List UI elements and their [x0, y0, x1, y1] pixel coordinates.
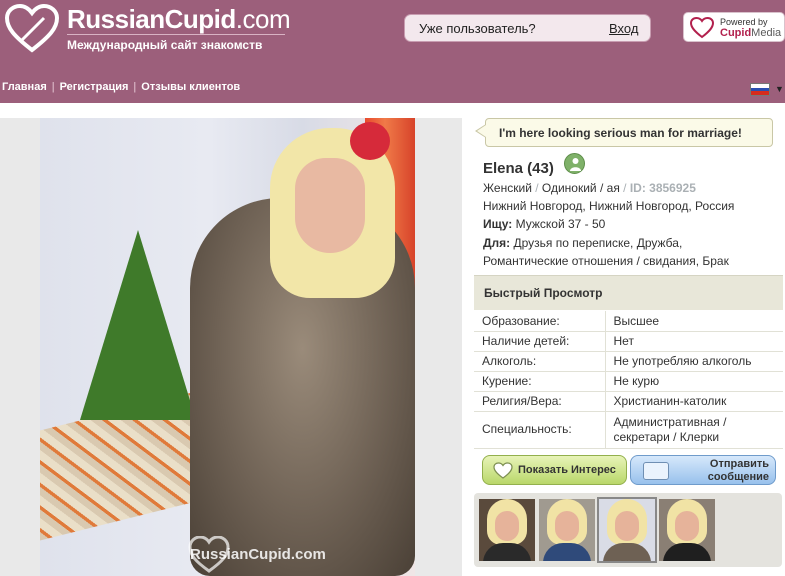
login-link[interactable]: Вход — [609, 21, 638, 36]
table-row: Курение: Не курю — [474, 371, 783, 392]
seeking-label: Ищу: — [483, 217, 513, 231]
online-status-icon — [564, 153, 585, 174]
profile-status: Одинокий / ая — [541, 181, 620, 195]
headline-bubble: I'm here looking serious man for marriag… — [485, 118, 773, 147]
profile-photo[interactable]: RussianCupid.com — [40, 118, 415, 576]
quick-view-table: Образование: Высшее Наличие детей: Нет А… — [474, 311, 783, 449]
show-interest-label: Показать Интерес — [518, 464, 616, 476]
nav-separator: | — [133, 81, 137, 93]
profile-basics: Женский / Одинокий / ая / ID: 3856925 — [483, 181, 696, 195]
heart-logo-icon[interactable] — [4, 4, 60, 54]
site-header: RussianCupid.com Международный сайт знак… — [0, 0, 785, 103]
qv-value: Административная / секретари / Клерки — [605, 411, 783, 449]
table-row: Специальность: Административная / секрет… — [474, 411, 783, 449]
profile-id: ID: 3856925 — [629, 181, 696, 195]
photo-thumbnails — [474, 493, 782, 567]
qv-key: Наличие детей: — [474, 331, 606, 352]
photo-christmas-tree — [80, 230, 196, 420]
login-box: Уже пользователь? Вход — [404, 14, 651, 42]
person-icon — [570, 158, 581, 171]
message-bubble-icon — [643, 462, 669, 480]
qv-key: Образование: — [474, 311, 606, 332]
qv-value: Не курю — [605, 371, 783, 392]
profile-seeking: Ищу: Мужской 37 - 50 — [483, 217, 605, 231]
send-message-label-line2: сообщение — [707, 471, 769, 483]
nav-home[interactable]: Главная — [2, 81, 47, 93]
thumb-body — [663, 543, 711, 561]
basics-separator: / — [531, 181, 542, 195]
nav-reviews[interactable]: Отзывы клиентов — [141, 81, 240, 93]
russian-flag-icon[interactable] — [750, 83, 770, 96]
qv-key: Курение: — [474, 371, 606, 392]
qv-value: Христианин-католик — [605, 391, 783, 412]
send-message-label: Отправить сообщение — [701, 458, 769, 484]
show-interest-button[interactable]: Показать Интерес — [482, 455, 627, 485]
powered-by-text: Powered by — [720, 17, 768, 27]
profile-gender: Женский — [483, 181, 532, 195]
main-nav: Главная | Регистрация | Отзывы клиентов — [2, 81, 240, 93]
profile-name: Elena (43) — [483, 160, 554, 177]
cupidmedia-heart-icon — [690, 17, 714, 39]
qv-value: Не употребляю алкоголь — [605, 351, 783, 372]
thumb-face — [555, 511, 579, 541]
thumb-face — [495, 511, 519, 541]
thumb-face — [675, 511, 699, 541]
photo-face — [295, 158, 365, 253]
table-row: Образование: Высшее — [474, 311, 783, 332]
language-dropdown-arrow-icon[interactable]: ▼ — [775, 84, 784, 94]
qv-value: Высшее — [605, 311, 783, 332]
send-message-label-line1: Отправить — [709, 458, 769, 470]
qv-value: Нет — [605, 331, 783, 352]
nav-register[interactable]: Регистрация — [60, 81, 129, 93]
profile-headline: I'm here looking serious man for marriag… — [499, 126, 742, 140]
heart-icon — [493, 462, 513, 479]
powered-brand-b: Media — [751, 27, 782, 39]
profile-for-line2: Романтические отношения / свидания, Брак — [483, 254, 729, 268]
for-label: Для: — [483, 236, 511, 250]
logo-divider — [67, 34, 285, 35]
seeking-value: Мужской 37 - 50 — [515, 217, 606, 231]
thumb-body — [543, 543, 591, 561]
thumb-body — [483, 543, 531, 561]
basics-separator: / — [619, 181, 630, 195]
site-tagline: Международный сайт знакомств — [67, 38, 263, 52]
send-message-button[interactable]: Отправить сообщение — [630, 455, 776, 485]
thumbnail-selected[interactable] — [597, 497, 657, 563]
thumbnail[interactable] — [539, 499, 595, 561]
headline-bubble-tip-fill — [477, 125, 486, 137]
thumb-body — [603, 543, 651, 561]
brand-tld: .com — [235, 4, 291, 34]
login-question: Уже пользователь? — [419, 21, 536, 36]
quick-view-header: Быстрый Просмотр — [474, 275, 783, 310]
brand-main: RussianCupid — [67, 4, 236, 34]
powered-brand-a: Cupid — [720, 27, 752, 39]
table-row: Наличие детей: Нет — [474, 331, 783, 352]
thumbnail[interactable] — [659, 499, 715, 561]
nav-separator: | — [51, 81, 55, 93]
quick-view-title: Быстрый Просмотр — [484, 286, 603, 300]
photo-watermark: RussianCupid.com — [190, 546, 326, 563]
profile-location: Нижний Новгород, Нижний Новгород, Россия — [483, 199, 735, 213]
table-row: Религия/Вера: Христианин-католик — [474, 391, 783, 412]
qv-key: Специальность: — [474, 411, 606, 449]
table-row: Алкоголь: Не употребляю алкоголь — [474, 351, 783, 372]
powered-by-badge[interactable]: Powered by CupidMedia — [683, 12, 785, 42]
profile-for: Для: Друзья по переписке, Дружба, — [483, 236, 682, 250]
site-logo[interactable]: RussianCupid.com — [67, 4, 291, 35]
qv-key: Алкоголь: — [474, 351, 606, 372]
photo-panel: RussianCupid.com — [0, 118, 462, 576]
photo-bow — [350, 122, 390, 160]
thumb-face — [615, 511, 639, 541]
for-value-line1: Друзья по переписке, Дружба, — [513, 236, 683, 250]
powered-brand: CupidMedia — [720, 27, 781, 39]
qv-key: Религия/Вера: — [474, 391, 606, 412]
thumbnail[interactable] — [479, 499, 535, 561]
